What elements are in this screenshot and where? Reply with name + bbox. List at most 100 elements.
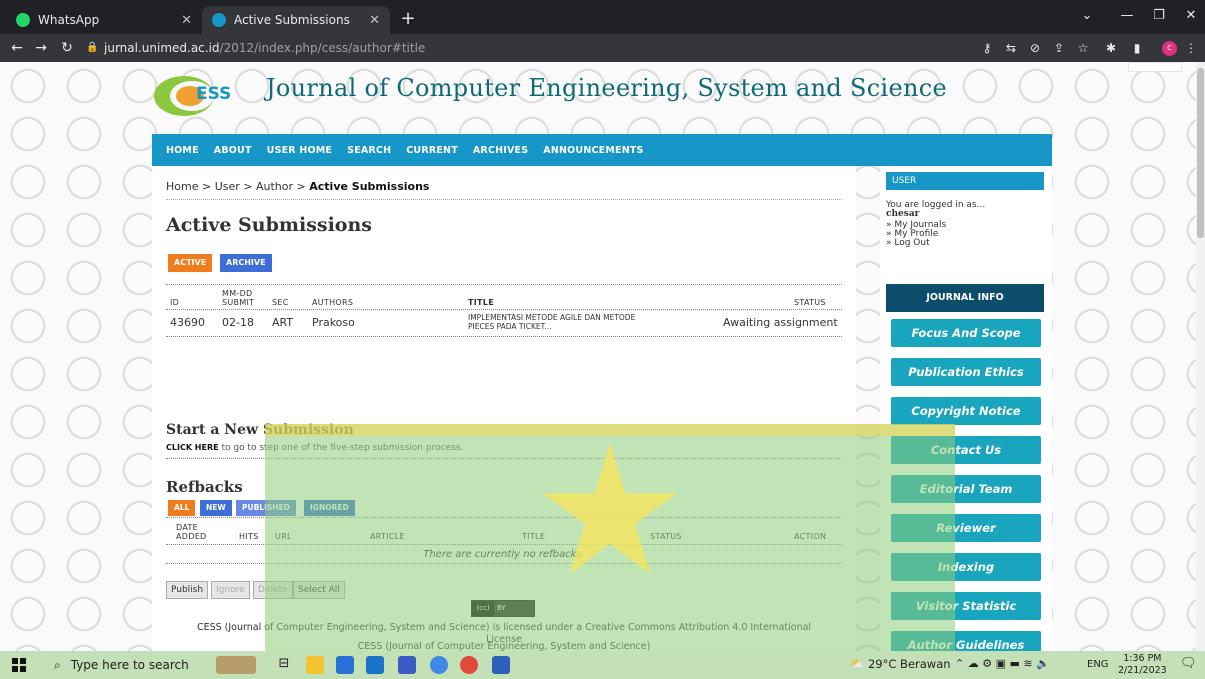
reviewer-link[interactable]: Reviewer xyxy=(891,514,1041,542)
lock-icon: 🔒 xyxy=(86,42,99,53)
row-authors: Prakoso xyxy=(312,316,355,329)
ignore-button[interactable]: Ignore xyxy=(211,581,250,599)
col-action: ACTION xyxy=(794,532,827,541)
refbacks-published-button[interactable]: PUBLISHED xyxy=(236,500,296,516)
nav-home[interactable]: HOME xyxy=(166,145,199,156)
license-line2[interactable]: License xyxy=(152,634,856,645)
tray-icons[interactable]: ⌃ ☁ ⚙ ▣ ▬ ≋ 🔈 xyxy=(955,657,1050,670)
close-window-button[interactable]: ✕ xyxy=(1177,6,1205,26)
translate-icon[interactable]: ⇆ xyxy=(1000,38,1022,58)
taskbar-clock[interactable]: 1:36 PM 2/21/2023 xyxy=(1118,653,1167,677)
page-scrollbar[interactable] xyxy=(1196,62,1205,651)
editorial-team-link[interactable]: Editorial Team xyxy=(891,475,1041,503)
bookmark-star-icon[interactable]: ☆ xyxy=(1072,38,1094,58)
store-icon[interactable] xyxy=(336,656,354,674)
close-tab-icon[interactable]: ✕ xyxy=(181,13,192,28)
breadcrumb-user[interactable]: User xyxy=(215,180,240,193)
menu-kebab-icon[interactable]: ⋮ xyxy=(1180,38,1202,58)
divider xyxy=(166,563,842,564)
publication-ethics-link[interactable]: Publication Ethics xyxy=(891,358,1041,386)
nav-about[interactable]: ABOUT xyxy=(214,145,252,156)
breadcrumb-home[interactable]: Home xyxy=(166,180,198,193)
user-block-heading: USER xyxy=(886,172,1044,190)
col-article: ARTICLE xyxy=(370,532,405,541)
language-indicator[interactable]: ENG xyxy=(1087,659,1109,670)
nav-archives[interactable]: ARCHIVES xyxy=(473,145,528,156)
indexing-link[interactable]: Indexing xyxy=(891,553,1041,581)
chrome-icon[interactable] xyxy=(460,656,478,674)
search-icon: ⌕ xyxy=(54,657,61,672)
extensions-icon[interactable]: ✱ xyxy=(1100,38,1122,58)
taskbar-search-box[interactable]: ⌕ Type here to search xyxy=(42,651,208,679)
table-row: 43690 02-18 ART Prakoso IMPLEMENTASI MET… xyxy=(166,311,842,337)
side-panel-icon[interactable]: ▮ xyxy=(1126,38,1148,58)
refbacks-new-button[interactable]: NEW xyxy=(200,500,232,516)
file-explorer-icon[interactable] xyxy=(306,656,324,674)
windows-taskbar: ⌕ Type here to search ⊟ ⛅ 29°C Berawan ⌃… xyxy=(0,651,1205,679)
refbacks-header xyxy=(166,517,842,545)
author-guidelines-link[interactable]: Author Guidelines xyxy=(891,631,1041,651)
nav-current[interactable]: CURRENT xyxy=(406,145,458,156)
share-icon[interactable]: ⇪ xyxy=(1048,38,1070,58)
close-tab-icon[interactable]: ✕ xyxy=(369,13,380,28)
nav-user-home[interactable]: USER HOME xyxy=(267,145,332,156)
scroll-thumb[interactable] xyxy=(1197,68,1204,238)
back-button[interactable]: ← xyxy=(6,38,28,58)
app-icon-blue[interactable] xyxy=(398,656,416,674)
key-icon[interactable]: ⚷ xyxy=(976,38,998,58)
log-out-link[interactable]: » Log Out xyxy=(886,238,930,248)
browser-tab-strip: WhatsApp ✕ Active Submissions ✕ + ⌄ — ❐ … xyxy=(0,0,1205,34)
profile-avatar[interactable]: c xyxy=(1162,41,1177,56)
reload-button[interactable]: ↻ xyxy=(56,38,78,58)
publish-button[interactable]: Publish xyxy=(166,581,209,599)
delete-button[interactable]: Delete xyxy=(253,581,293,599)
taskbar-thumbnail-app[interactable] xyxy=(216,656,256,674)
row-status[interactable]: Awaiting assignment xyxy=(723,316,838,329)
focus-scope-link[interactable]: Focus And Scope xyxy=(891,319,1041,347)
copyright-notice-link[interactable]: Copyright Notice xyxy=(891,397,1041,425)
refbacks-all-button[interactable]: ALL xyxy=(168,500,196,516)
app-icon-circle[interactable] xyxy=(430,656,448,674)
task-view-icon[interactable]: ⊟ xyxy=(275,656,293,674)
col-date-bottom: ADDED xyxy=(176,532,207,541)
breadcrumb-author[interactable]: Author xyxy=(256,180,293,193)
col-sec: SEC xyxy=(272,298,289,307)
nav-search[interactable]: SEARCH xyxy=(347,145,391,156)
divider xyxy=(166,458,842,459)
refbacks-ignored-button[interactable]: IGNORED xyxy=(304,500,355,516)
maximize-button[interactable]: ❐ xyxy=(1145,6,1173,26)
tab-search-icon[interactable]: ⌄ xyxy=(1073,6,1101,26)
license-line1: CESS (Journal of Computer Engineering, S… xyxy=(196,622,812,633)
row-date: 02-18 xyxy=(222,316,254,329)
address-bar[interactable]: 🔒 jurnal.unimed.ac.id/2012/index.php/ces… xyxy=(86,37,966,59)
col-status: STATUS xyxy=(794,298,826,307)
tab-whatsapp[interactable]: WhatsApp ✕ xyxy=(6,6,202,34)
col-title[interactable]: TITLE xyxy=(468,298,494,307)
visitor-statistic-link[interactable]: Visitor Statistic xyxy=(891,592,1041,620)
main-content: Home > User > Author > Active Submission… xyxy=(152,166,856,651)
select-all-button[interactable]: Select All xyxy=(293,581,345,599)
minimize-button[interactable]: — xyxy=(1113,6,1141,26)
word-icon[interactable] xyxy=(492,656,510,674)
row-title-line2[interactable]: PIECES PADA TICKET... xyxy=(468,322,551,331)
row-title-line1[interactable]: IMPLEMENTASI METODE AGILE DAN METODE xyxy=(468,313,635,322)
contact-us-link[interactable]: Contact Us xyxy=(891,436,1041,464)
active-tab-button[interactable]: ACTIVE xyxy=(168,254,213,272)
archive-tab-button[interactable]: ARCHIVE xyxy=(220,254,272,272)
whatsapp-icon xyxy=(16,13,30,27)
click-here-link[interactable]: CLICK HERE xyxy=(166,443,219,452)
new-tab-button[interactable]: + xyxy=(396,8,420,30)
nav-announcements[interactable]: ANNOUNCEMENTS xyxy=(543,145,643,156)
page-viewport: ESS Journal of Computer Engineering, Sys… xyxy=(0,62,1205,651)
tab-active-submissions[interactable]: Active Submissions ✕ xyxy=(202,6,390,34)
windows-start-icon[interactable] xyxy=(12,658,26,672)
breadcrumb: Home > User > Author > Active Submission… xyxy=(166,180,842,200)
weather-widget[interactable]: ⛅ 29°C Berawan xyxy=(850,657,951,671)
notification-icon[interactable]: 🗨 xyxy=(1180,656,1197,671)
eye-off-icon[interactable]: ⊘ xyxy=(1024,38,1046,58)
page-title: Active Submissions xyxy=(166,214,372,236)
forward-button[interactable]: → xyxy=(30,38,52,58)
cc-license-badge[interactable]: (cc) BY xyxy=(471,600,535,617)
mail-icon[interactable] xyxy=(366,656,384,674)
row-sec: ART xyxy=(272,316,294,329)
